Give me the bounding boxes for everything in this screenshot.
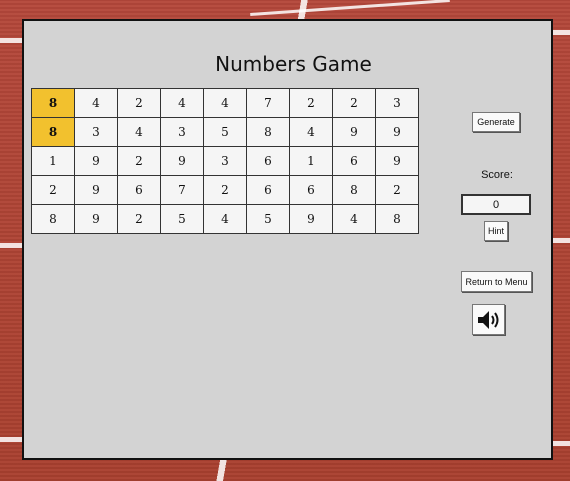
- grid-cell[interactable]: 2: [31, 175, 75, 205]
- grid-cell[interactable]: 8: [31, 204, 75, 234]
- grid-cell[interactable]: 4: [203, 204, 247, 234]
- grid-cell[interactable]: 8: [246, 117, 290, 147]
- grid-row: 192936169: [31, 146, 419, 176]
- grid-row: 892545948: [31, 204, 419, 234]
- grid-cell[interactable]: 9: [332, 117, 376, 147]
- grid-cell[interactable]: 6: [246, 175, 290, 205]
- grid-cell[interactable]: 9: [74, 175, 118, 205]
- grid-cell[interactable]: 2: [375, 175, 419, 205]
- score-display: 0: [461, 194, 531, 215]
- return-to-menu-button[interactable]: Return to Menu: [461, 271, 532, 292]
- grid-row: 834358499: [31, 117, 419, 147]
- hint-button[interactable]: Hint: [484, 221, 508, 241]
- grid-row: 296726682: [31, 175, 419, 205]
- grid-cell[interactable]: 5: [246, 204, 290, 234]
- sound-toggle-button[interactable]: [472, 304, 505, 335]
- game-panel: Numbers Game 842447223834358499192936169…: [22, 19, 553, 460]
- generate-button[interactable]: Generate: [472, 112, 520, 132]
- grid-cell[interactable]: 2: [332, 88, 376, 118]
- grid-cell[interactable]: 4: [203, 88, 247, 118]
- grid-cell[interactable]: 1: [289, 146, 333, 176]
- grid-cell[interactable]: 3: [203, 146, 247, 176]
- grid-cell[interactable]: 2: [203, 175, 247, 205]
- grid-cell[interactable]: 4: [332, 204, 376, 234]
- grid-cell[interactable]: 6: [332, 146, 376, 176]
- grid-cell[interactable]: 8: [332, 175, 376, 205]
- grid-cell[interactable]: 9: [74, 146, 118, 176]
- grid-cell[interactable]: 3: [375, 88, 419, 118]
- speaker-volume-icon: [477, 310, 498, 329]
- grid-cell[interactable]: 5: [160, 204, 204, 234]
- grid-cell[interactable]: 4: [289, 117, 333, 147]
- grid-cell[interactable]: 6: [117, 175, 161, 205]
- grid-cell[interactable]: 3: [74, 117, 118, 147]
- grid-cell[interactable]: 4: [160, 88, 204, 118]
- grid-cell[interactable]: 5: [203, 117, 247, 147]
- grid-cell[interactable]: 6: [289, 175, 333, 205]
- grid-cell[interactable]: 4: [74, 88, 118, 118]
- grid-cell[interactable]: 2: [117, 146, 161, 176]
- grid-cell[interactable]: 7: [246, 88, 290, 118]
- track-lane-line: [250, 0, 450, 16]
- grid-cell[interactable]: 2: [289, 88, 333, 118]
- grid-cell[interactable]: 9: [74, 204, 118, 234]
- track-lane-line: [0, 437, 22, 442]
- grid-cell[interactable]: 8: [375, 204, 419, 234]
- grid-cell[interactable]: 9: [289, 204, 333, 234]
- number-grid: 8424472238343584991929361692967266828925…: [31, 88, 419, 234]
- grid-cell[interactable]: 8: [31, 117, 75, 147]
- grid-cell[interactable]: 7: [160, 175, 204, 205]
- grid-cell[interactable]: 4: [117, 117, 161, 147]
- grid-row: 842447223: [31, 88, 419, 118]
- grid-cell[interactable]: 6: [246, 146, 290, 176]
- grid-cell[interactable]: 3: [160, 117, 204, 147]
- grid-cell[interactable]: 9: [375, 117, 419, 147]
- grid-cell[interactable]: 9: [375, 146, 419, 176]
- grid-cell[interactable]: 2: [117, 204, 161, 234]
- track-lane-line: [0, 38, 22, 43]
- game-title: Numbers Game: [215, 52, 372, 76]
- track-lane-line: [0, 243, 22, 248]
- grid-cell[interactable]: 9: [160, 146, 204, 176]
- grid-cell[interactable]: 2: [117, 88, 161, 118]
- grid-cell[interactable]: 1: [31, 146, 75, 176]
- grid-cell[interactable]: 8: [31, 88, 75, 118]
- score-label: Score:: [481, 169, 513, 181]
